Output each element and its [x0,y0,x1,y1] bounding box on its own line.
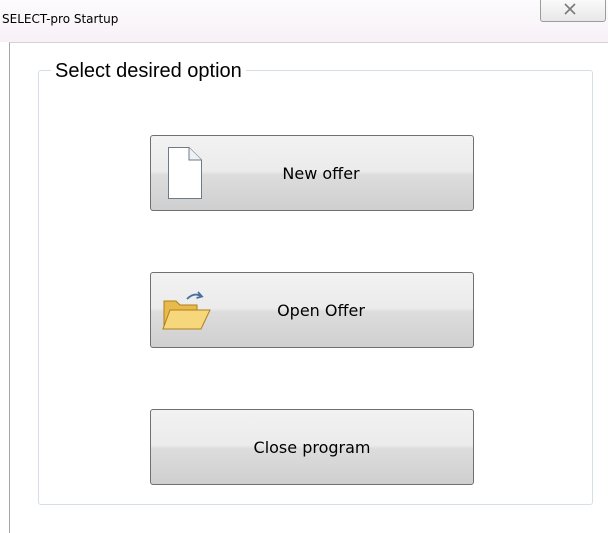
close-program-label: Close program [253,437,371,457]
close-icon [564,3,576,15]
title-bar: SELECT-pro Startup [0,0,608,42]
window-title: SELECT-pro Startup [2,12,119,26]
open-offer-button[interactable]: Open Offer [150,272,474,348]
new-offer-button[interactable]: New offer [150,135,474,211]
close-program-button[interactable]: Close program [150,409,474,485]
window-close-button[interactable] [540,0,606,22]
new-offer-label: New offer [282,163,360,183]
startup-window: SELECT-pro Startup Select desired option… [0,0,608,533]
open-offer-label: Open Offer [277,300,365,320]
group-legend: Select desired option [51,59,246,83]
